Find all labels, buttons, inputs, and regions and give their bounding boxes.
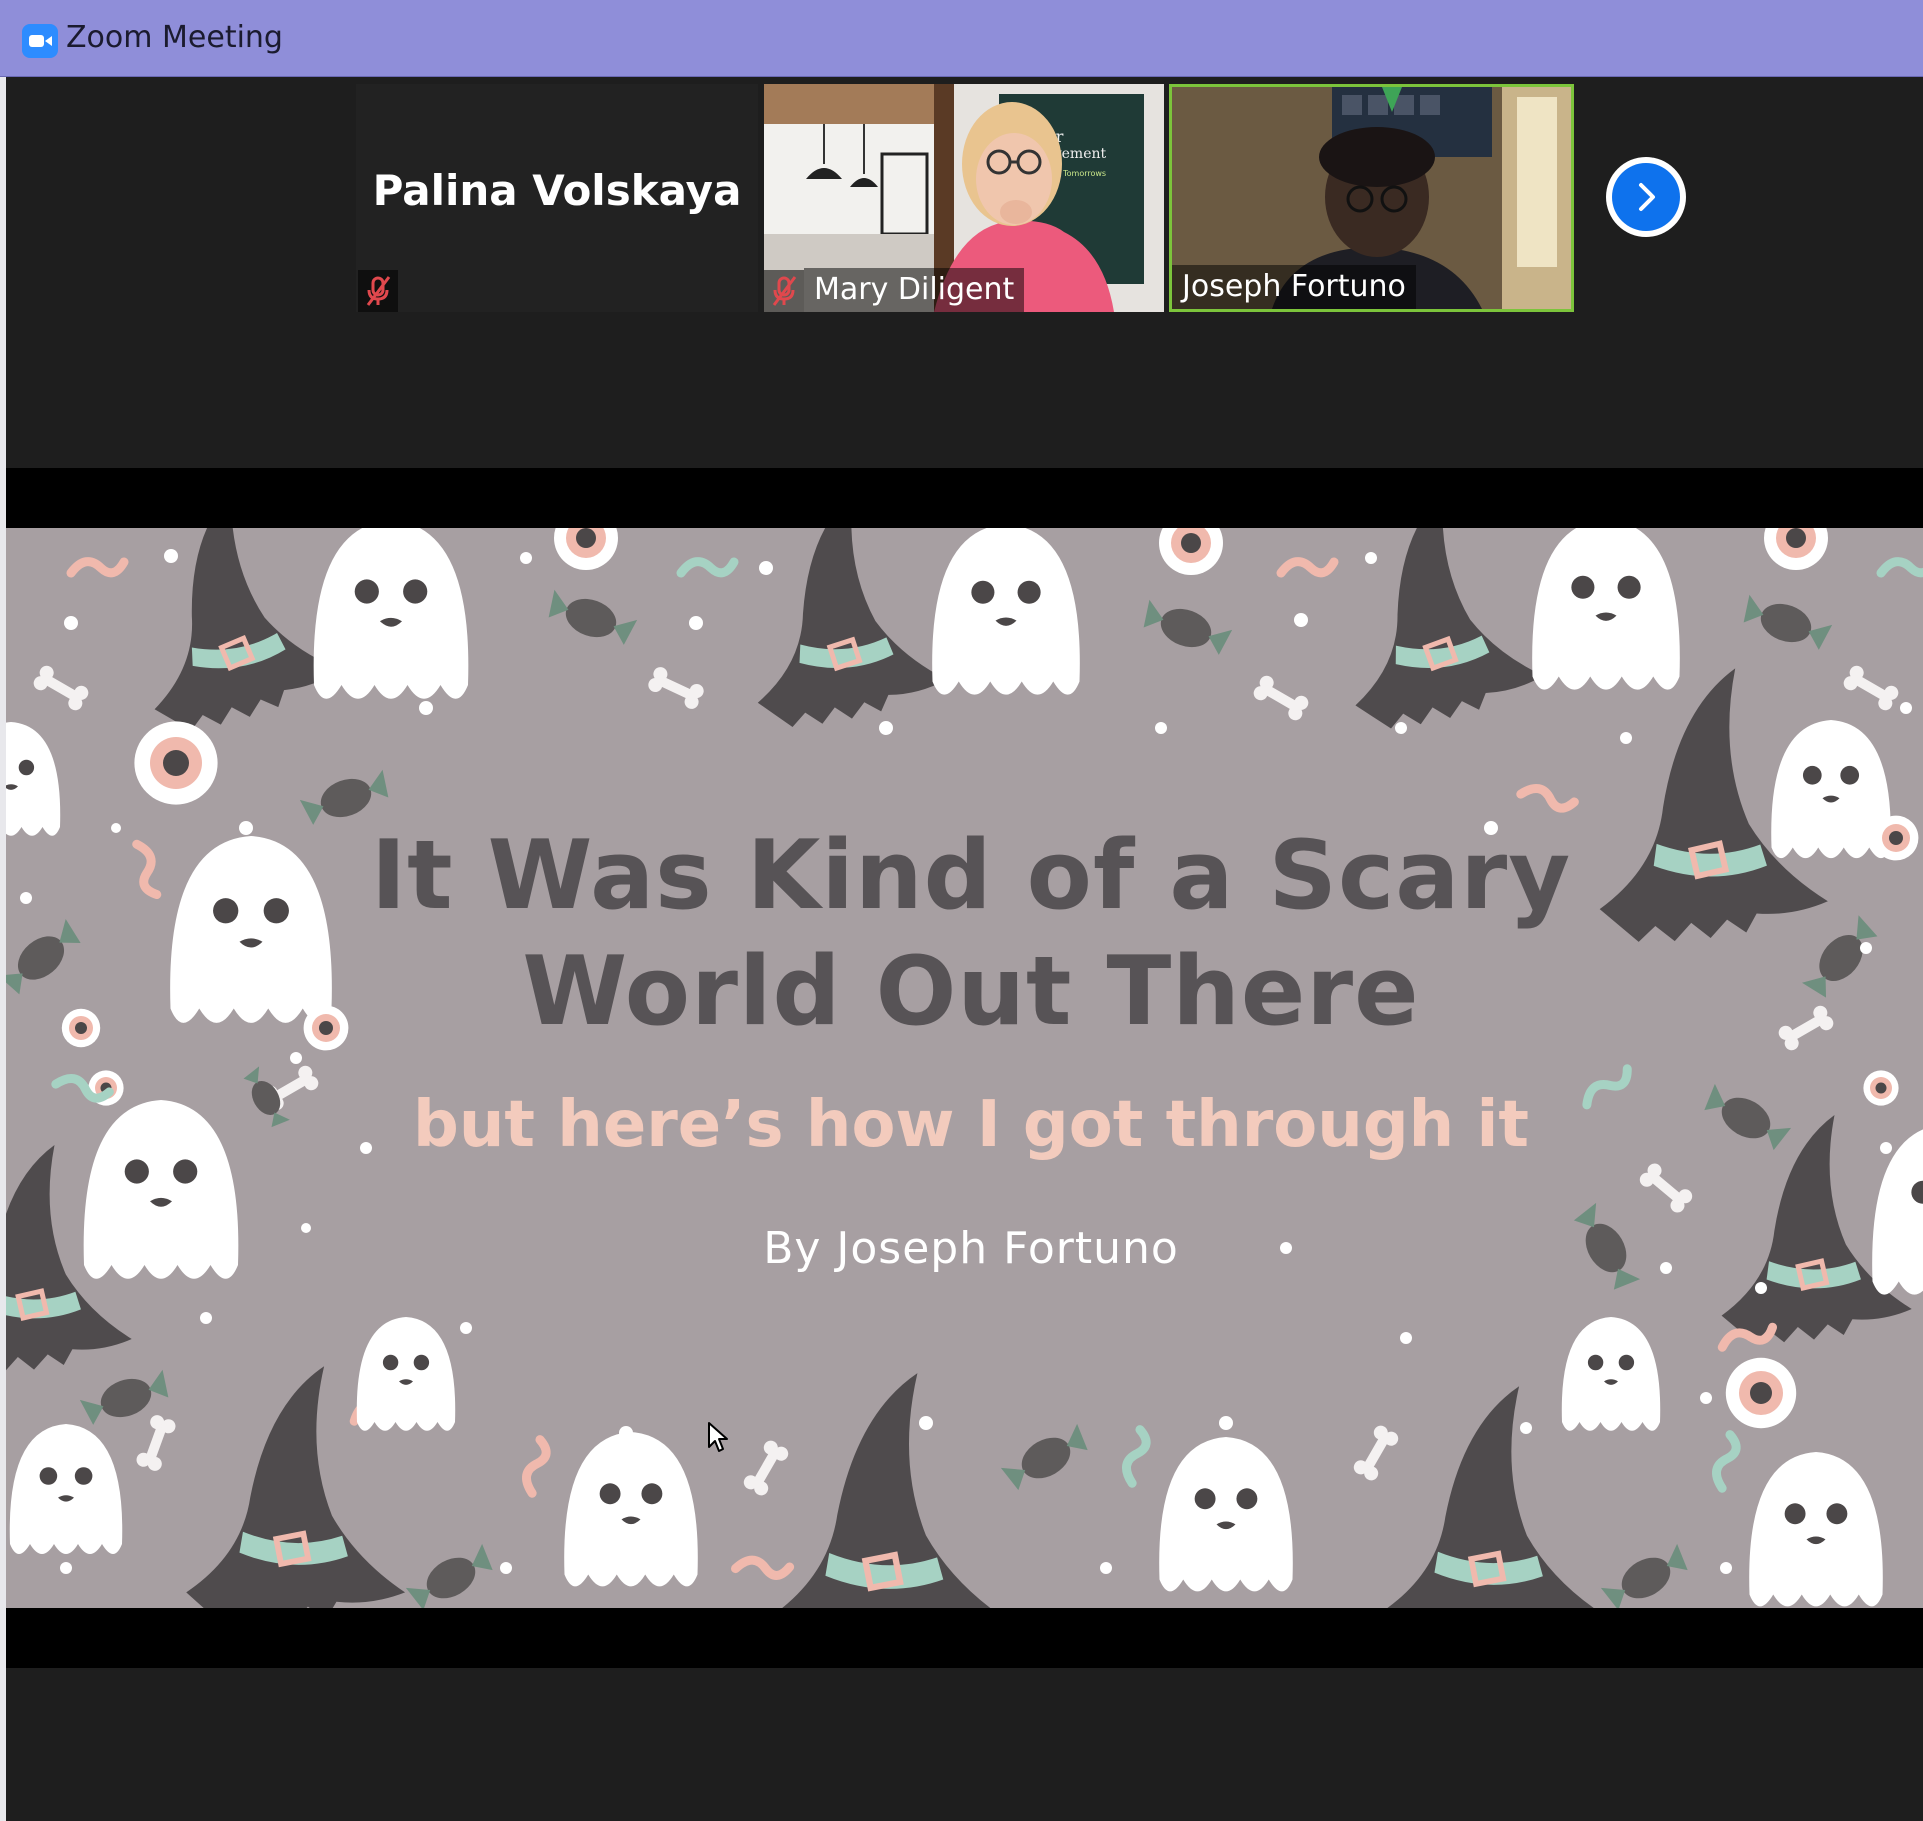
slide-title-line1: It Was Kind of a Scary <box>370 821 1572 931</box>
participant-name-label: Joseph Fortuno <box>1172 265 1416 309</box>
window-title: Zoom Meeting <box>66 20 283 55</box>
participant-name-large: Palina Volskaya <box>372 166 742 215</box>
mouse-cursor-icon <box>708 1422 728 1452</box>
halloween-pattern <box>6 528 1923 1608</box>
next-page-button[interactable] <box>1606 157 1686 237</box>
participant-tile-palina[interactable]: Palina Volskaya <box>356 84 758 312</box>
shared-screen-slide[interactable]: It Was Kind of a Scary World Out There b… <box>6 528 1923 1608</box>
participant-tile-mary[interactable]: Junior Achievement Inspiring Tomorrows M… <box>764 84 1164 312</box>
participant-name-label: Mary Diligent <box>804 268 1025 312</box>
chevron-right-icon <box>1639 183 1655 211</box>
window-titlebar[interactable]: Zoom Meeting <box>0 0 1923 77</box>
letterbox-top <box>6 468 1923 528</box>
slide-title-line2: World Out There <box>522 937 1420 1047</box>
muted-mic-icon <box>764 270 804 312</box>
participant-tile-joseph[interactable]: Joseph Fortuno <box>1169 84 1574 312</box>
slide-title: It Was Kind of a Scary World Out There <box>306 818 1636 1050</box>
slide-author: By Joseph Fortuno <box>763 1223 1179 1274</box>
letterbox-bottom <box>6 1608 1923 1668</box>
zoom-app-icon <box>22 24 58 58</box>
slide-subtitle: but here’s how I got through it <box>413 1088 1529 1162</box>
muted-mic-icon <box>358 270 398 312</box>
